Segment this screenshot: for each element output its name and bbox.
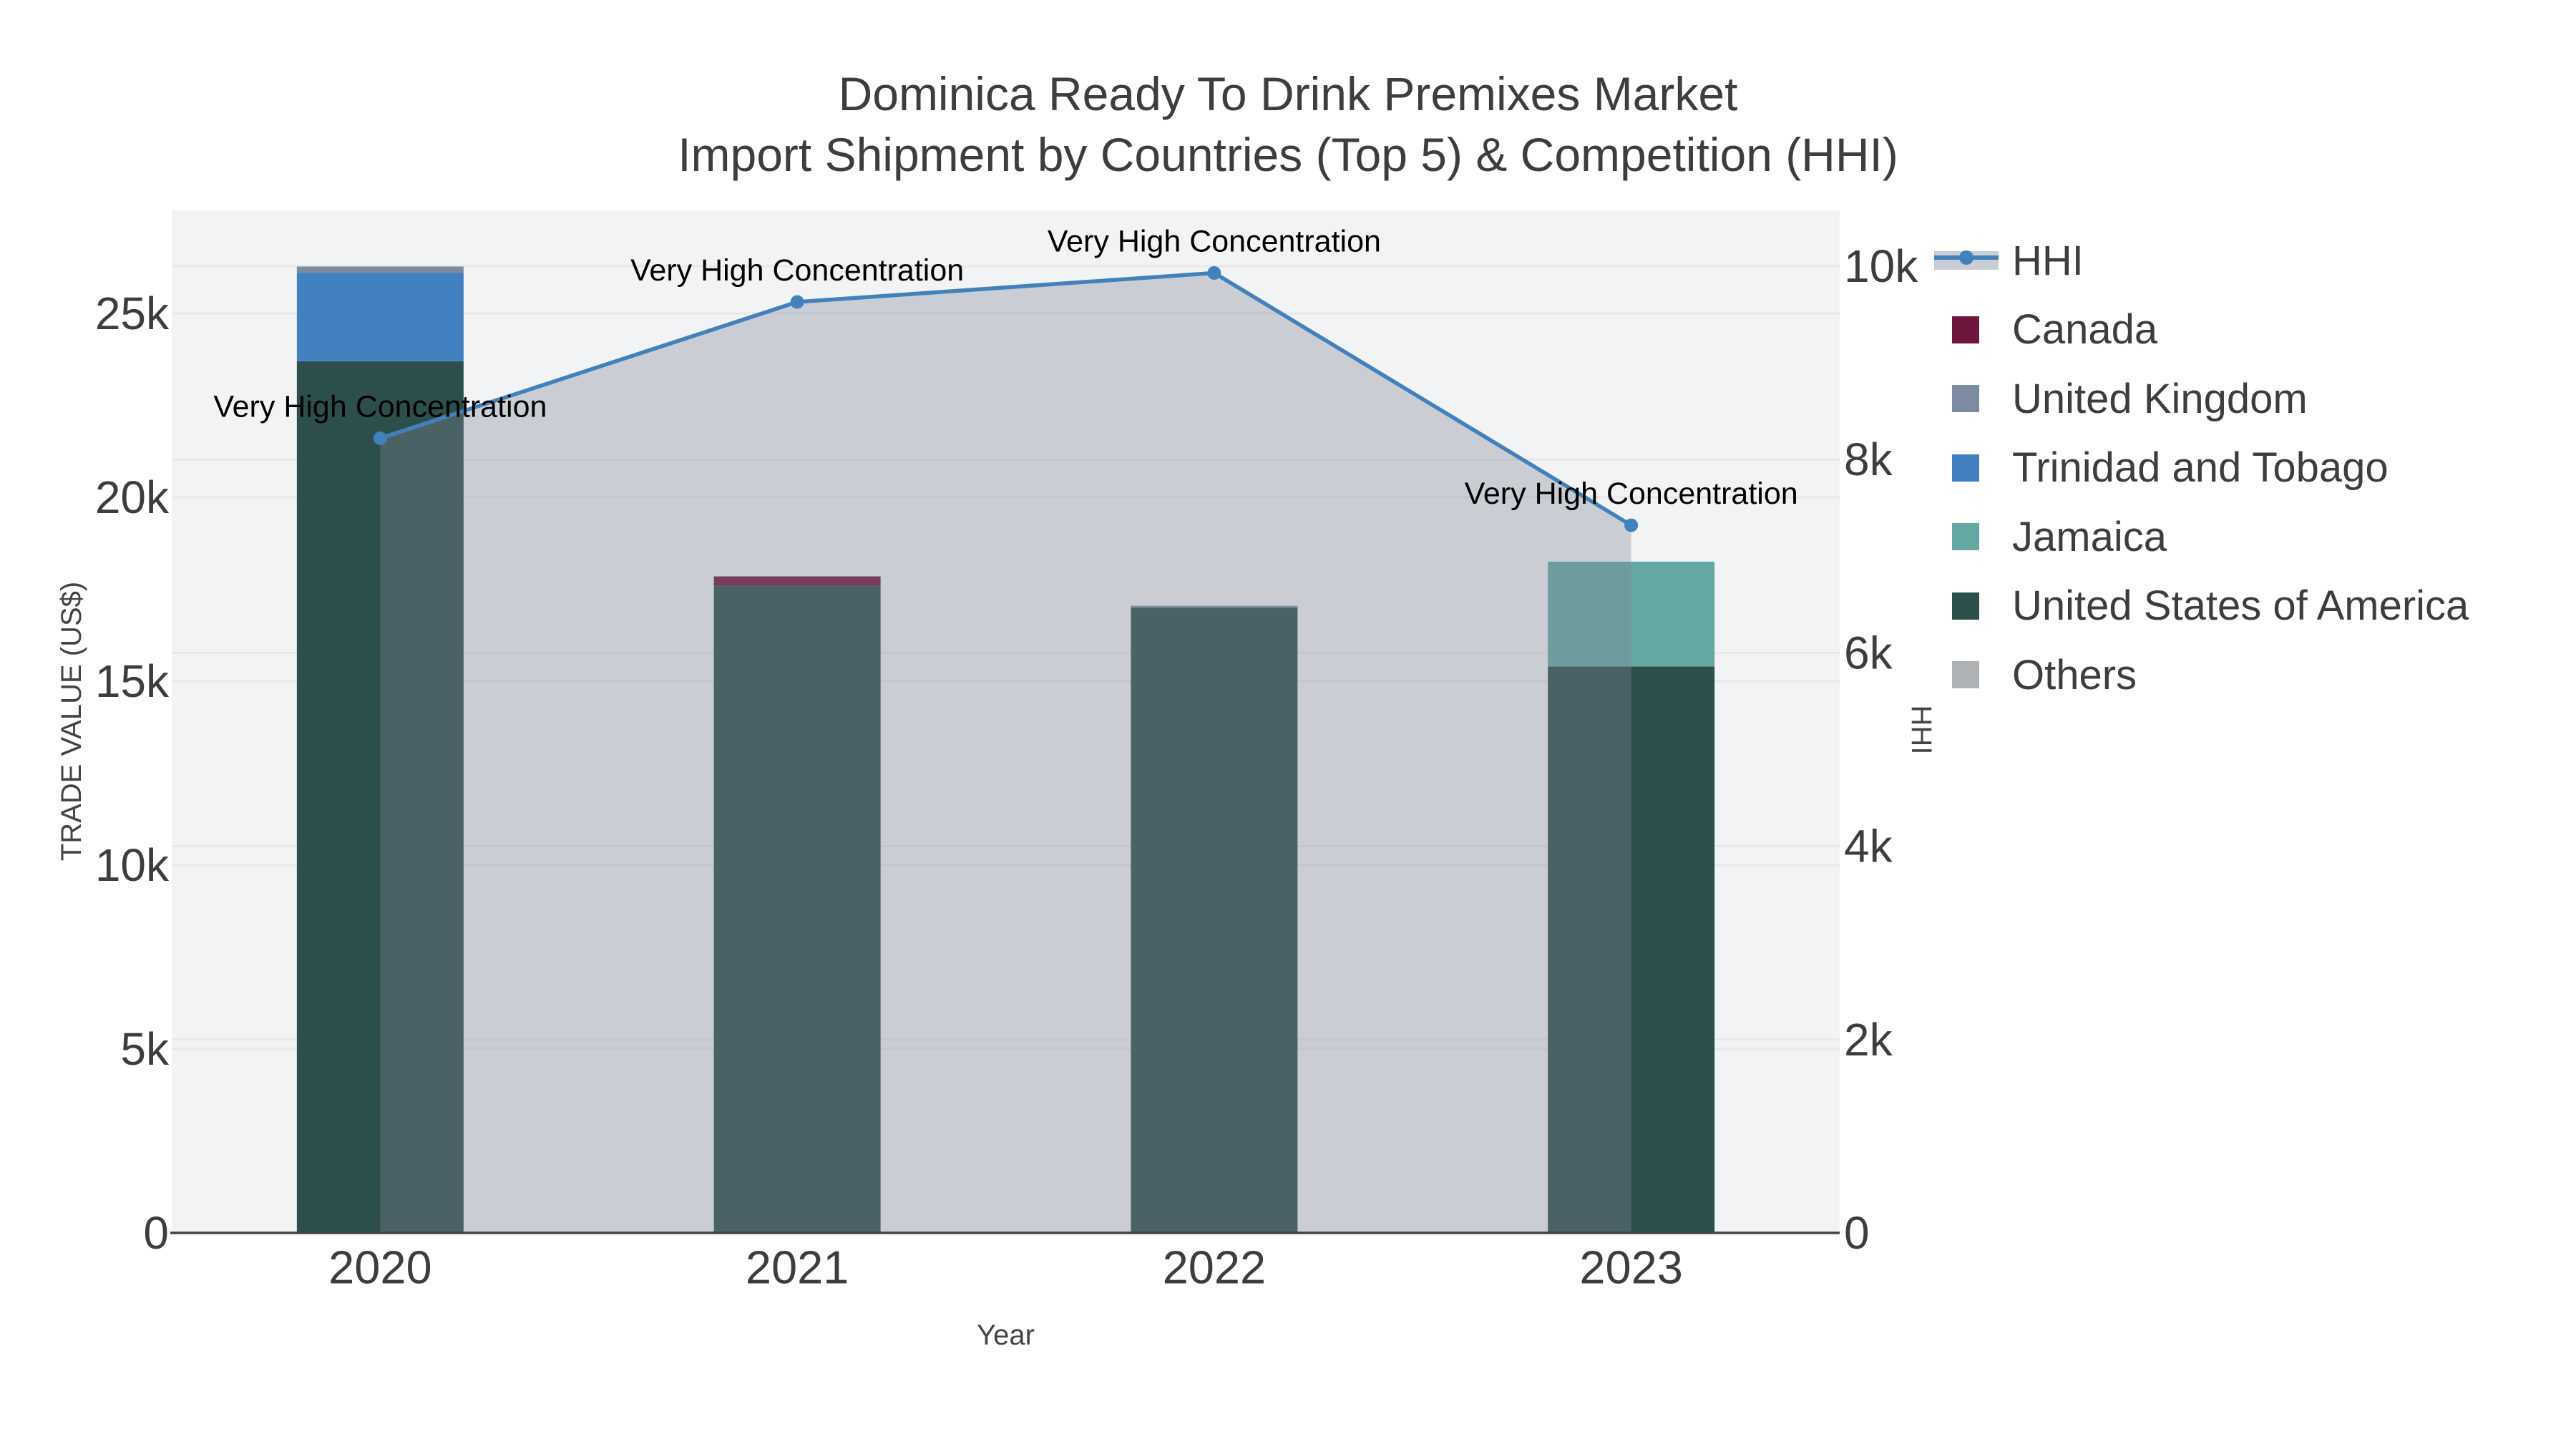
annotation-2021: Very High Concentration — [630, 253, 964, 288]
y-left-tick-20k: 20k — [95, 472, 170, 523]
hhi-marker-2022[interactable] — [1207, 265, 1221, 280]
legend-swatch-icon — [1952, 592, 1979, 620]
legend-item-hhi[interactable]: HHI — [1934, 226, 2084, 295]
bar-segment-united-kingdom-2020[interactable] — [296, 266, 464, 273]
legend-item-others[interactable]: Others — [1934, 640, 2137, 709]
legend-item-trinidad-and-tobago[interactable]: Trinidad and Tobago — [1934, 434, 2389, 502]
x-tick-2020: 2020 — [328, 1241, 432, 1294]
legend-label: United Kingdom — [2012, 375, 2308, 422]
legend-label: Others — [2012, 651, 2137, 698]
y-right-tick-0: 0 — [1844, 1207, 1870, 1259]
annotation-2022: Very High Concentration — [1048, 224, 1381, 258]
y-left-tick-10k: 10k — [95, 839, 170, 891]
x-tick-2023: 2023 — [1579, 1241, 1683, 1294]
legend-swatch-icon — [1952, 316, 1979, 343]
y-left-tick-0: 0 — [143, 1207, 169, 1259]
y-right-tick-2k: 2k — [1844, 1014, 1893, 1065]
legend-swatch-icon — [1952, 661, 1979, 688]
legend-item-jamaica[interactable]: Jamaica — [1934, 502, 2167, 571]
hhi-legend-line-icon — [1934, 226, 1999, 295]
hhi-marker-2020[interactable] — [373, 431, 387, 445]
y-right-tick-10k: 10k — [1844, 240, 1918, 292]
x-axis-title: Year — [977, 1319, 1035, 1351]
legend-swatch-icon — [1952, 523, 1979, 550]
figure: Very High Concentration Very High Concent… — [0, 0, 2576, 1449]
legend-swatch-icon — [1952, 454, 1979, 482]
legend-label: HHI — [2012, 237, 2084, 284]
y-right-tick-8k: 8k — [1844, 434, 1893, 485]
legend-item-united-states-of-america[interactable]: United States of America — [1934, 572, 2469, 640]
legend-label: United States of America — [2012, 582, 2469, 629]
hhi-marker-2023[interactable] — [1624, 518, 1639, 532]
legend-item-canada[interactable]: Canada — [1934, 296, 2157, 364]
annotation-2020: Very High Concentration — [213, 389, 547, 424]
hhi-marker-2021[interactable] — [790, 295, 804, 309]
y-left-axis-title: TRADE VALUE (US$) — [56, 582, 87, 861]
legend-label: Trinidad and Tobago — [2012, 444, 2389, 491]
x-tick-2021: 2021 — [746, 1241, 849, 1294]
y-left-tick-5k: 5k — [120, 1023, 170, 1075]
legend-label: Jamaica — [2012, 513, 2167, 560]
annotation-2023: Very High Concentration — [1465, 477, 1798, 511]
legend-swatch-icon — [1952, 385, 1979, 412]
x-tick-2022: 2022 — [1163, 1241, 1267, 1294]
bar-segment-trinidad-and-tobago-2020[interactable] — [296, 273, 464, 361]
y-right-tick-6k: 6k — [1844, 627, 1893, 678]
legend-item-united-kingdom[interactable]: United Kingdom — [1934, 364, 2308, 433]
y-right-axis-title: HHI — [1906, 706, 1937, 755]
legend-label: Canada — [2012, 306, 2158, 353]
y-right-tick-4k: 4k — [1844, 821, 1893, 872]
y-left-tick-25k: 25k — [95, 288, 170, 339]
legend: HHI Canada United Kingdom Trinidad and Toba… — [1934, 0, 2564, 1449]
hhi-area-fill — [380, 273, 1631, 1233]
y-left-tick-15k: 15k — [95, 655, 170, 707]
